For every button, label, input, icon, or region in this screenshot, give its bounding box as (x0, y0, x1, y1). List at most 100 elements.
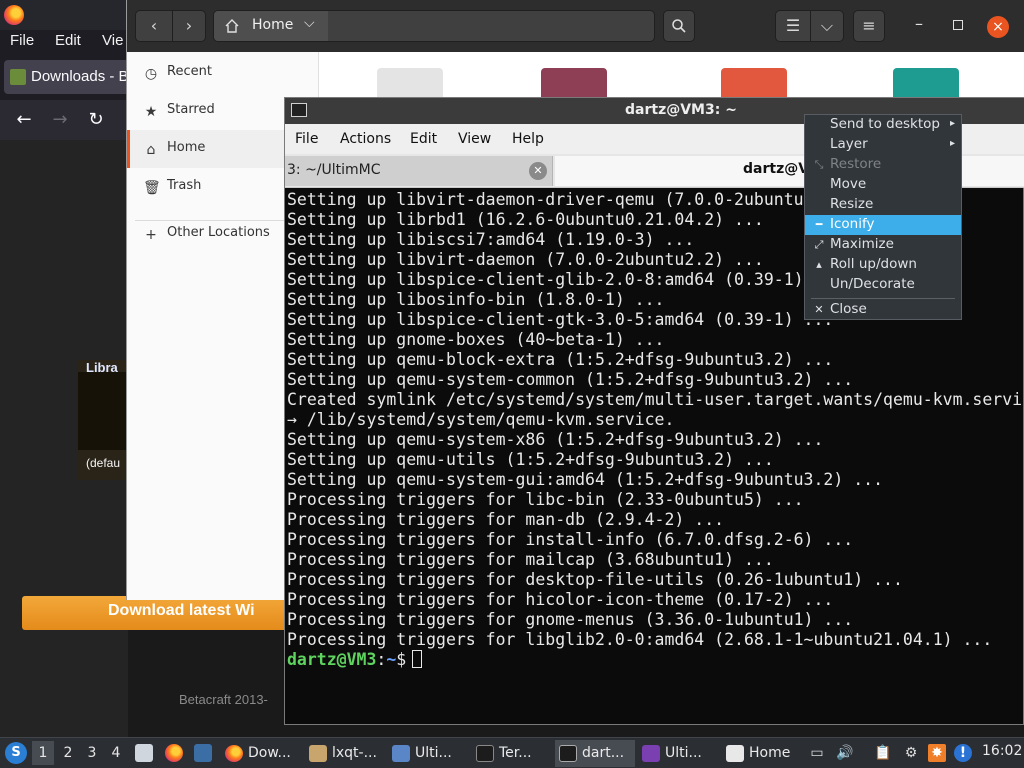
terminal-line: Processing triggers for gnome-menus (3.3… (287, 610, 854, 629)
clock-icon: ◷ (144, 66, 158, 82)
terminal-title: dartz@VM3: ~ (625, 102, 737, 118)
menu-item-label: Layer (830, 136, 868, 152)
menu-item-label: Close (830, 301, 867, 317)
maximize-icon[interactable] (953, 20, 963, 30)
panel-default-label: (defau (86, 456, 121, 470)
chevron-down-icon: ⌵ (820, 16, 834, 35)
terminal-line: Processing triggers for install-info (6.… (287, 530, 854, 549)
minimize-icon: ━ (815, 218, 823, 231)
terminal-menu-file[interactable]: File (295, 131, 318, 147)
task-label: Home (749, 745, 791, 761)
reload-icon[interactable]: ↻ (84, 106, 108, 134)
menu-item-resize[interactable]: Resize (805, 195, 961, 215)
trash-icon: 🗑 (143, 180, 161, 196)
file-manager-launcher-icon[interactable] (135, 744, 153, 762)
menu-item-maximize[interactable]: ⤢ Maximize (805, 235, 961, 255)
terminal-tab-ultimmc[interactable]: 3: ~/UltimMC ✕ (285, 156, 553, 186)
firefox-icon (225, 745, 243, 762)
main-menu-button[interactable]: ≡ (853, 10, 885, 42)
desktop-switch-4[interactable]: 4 (105, 741, 127, 765)
terminal-icon[interactable] (291, 103, 307, 117)
terminal-line: Setting up libspice-client-glib-2.0-8:am… (287, 270, 804, 289)
clipboard-icon[interactable]: 📋 (874, 744, 892, 762)
terminal-line: Setting up qemu-system-common (1:5.2+dfs… (287, 370, 854, 389)
chevron-right-icon: › (185, 16, 193, 35)
task-label: Dow... (248, 745, 291, 761)
desktop-launcher-icon[interactable] (194, 744, 212, 762)
desktop-switch-3[interactable]: 3 (81, 741, 103, 765)
forward-arrow-icon[interactable]: → (48, 106, 72, 134)
forward-button[interactable]: › (172, 10, 206, 42)
task-lxqt-archiver[interactable]: lxqt-... (305, 740, 385, 767)
firefox-menubar: File Edit Vie (0, 30, 128, 54)
task-ultimmc-folder[interactable]: Ulti... (388, 740, 468, 767)
sidebar-item-label: Home (167, 140, 206, 155)
sidebar-item-recent[interactable]: ◷ Recent (127, 54, 319, 92)
page-footer: Betacraft 2013- (179, 692, 268, 707)
menu-item-label: Un/Decorate (830, 276, 915, 292)
menu-item-roll-up-down[interactable]: ▴ Roll up/down (805, 255, 961, 275)
menu-item-layer[interactable]: Layer ▸ (805, 135, 961, 155)
archive-icon (309, 745, 327, 762)
restore-icon: ⤡ (814, 158, 824, 171)
desktop-switch-1[interactable]: 1 (32, 741, 54, 765)
back-arrow-icon[interactable]: ← (12, 106, 36, 134)
task-firefox[interactable]: Dow... (221, 740, 301, 767)
update-notifier-icon[interactable]: ✸ (928, 744, 946, 762)
terminal-line: Processing triggers for hicolor-icon-the… (287, 590, 834, 609)
maximize-icon: ⤢ (814, 238, 824, 251)
submenu-arrow-icon: ▸ (949, 138, 955, 149)
firefox-launcher-icon[interactable] (165, 744, 183, 762)
menu-item-close[interactable]: ✕ Close (805, 300, 961, 320)
task-ultimmc[interactable]: Ulti... (638, 740, 718, 767)
path-home-button[interactable]: Home ⌵ (214, 11, 328, 41)
terminal-line: Setting up libvirt-daemon-driver-qemu (7… (287, 190, 804, 209)
terminal-line: Setting up gnome-boxes (40~beta-1) ... (287, 330, 665, 349)
close-icon[interactable]: ✕ (529, 162, 547, 180)
path-bar[interactable]: Home ⌵ (213, 10, 655, 42)
terminal-menu-actions[interactable]: Actions (340, 131, 391, 147)
search-button[interactable] (663, 10, 695, 42)
network-icon[interactable]: ⚙ (902, 744, 920, 762)
terminal-line: → /lib/systemd/system/qemu-kvm.service. (287, 410, 675, 429)
menu-item-iconify[interactable]: ━ Iconify (805, 215, 961, 235)
terminal-menu-edit[interactable]: Edit (410, 131, 437, 147)
search-icon (672, 19, 686, 33)
text-cursor (412, 650, 423, 668)
taskbar: S 1 2 3 4 Dow... lxqt-... Ulti... Ter...… (0, 737, 1024, 768)
firefox-menu-view[interactable]: Vie (102, 32, 123, 49)
menu-item-move[interactable]: Move (805, 175, 961, 195)
close-window-button[interactable]: × (987, 16, 1009, 38)
terminal-menu-view[interactable]: View (458, 131, 491, 147)
terminal-line: Setting up qemu-system-x86 (1:5.2+dfsg-9… (287, 430, 824, 449)
download-latest-button[interactable]: Download latest Wi (22, 596, 302, 630)
task-home-files[interactable]: Home (722, 740, 802, 767)
menu-item-undecorate[interactable]: Un/Decorate (805, 275, 961, 295)
start-menu-button[interactable]: S (5, 742, 27, 764)
menu-item-label: Send to desktop (830, 116, 940, 132)
info-alert-icon[interactable]: ! (954, 744, 972, 762)
minimize-icon[interactable]: – (915, 14, 923, 33)
firefox-menu-edit[interactable]: Edit (55, 32, 81, 49)
firefox-menu-file[interactable]: File (10, 32, 34, 49)
menu-item-send-to-desktop[interactable]: Send to desktop ▸ (805, 115, 961, 135)
menu-item-label: Roll up/down (830, 256, 917, 272)
desktop-switch-2[interactable]: 2 (57, 741, 79, 765)
task-terminal[interactable]: Ter... (472, 740, 552, 767)
volume-icon[interactable]: 🔊 (836, 744, 854, 762)
terminal-menu-help[interactable]: Help (512, 131, 544, 147)
clock[interactable]: 16:02 (982, 743, 1022, 759)
betacraft-favicon-icon (10, 69, 26, 85)
task-label: lxqt-... (332, 745, 377, 761)
view-options-button[interactable]: ⌵ (810, 10, 844, 42)
task-dartz-terminal[interactable]: dart... (555, 740, 635, 767)
star-icon: ★ (144, 104, 158, 120)
back-button[interactable]: ‹ (135, 10, 173, 42)
sidebar-item-label: Trash (167, 178, 202, 193)
sidebar-item-label: Other Locations (167, 225, 270, 240)
file-manager-icon (726, 745, 744, 762)
list-view-button[interactable]: ☰ (775, 10, 811, 42)
firefox-logo-icon (4, 5, 24, 25)
terminal-icon (559, 745, 577, 762)
show-desktop-icon[interactable]: ▭ (808, 744, 826, 762)
